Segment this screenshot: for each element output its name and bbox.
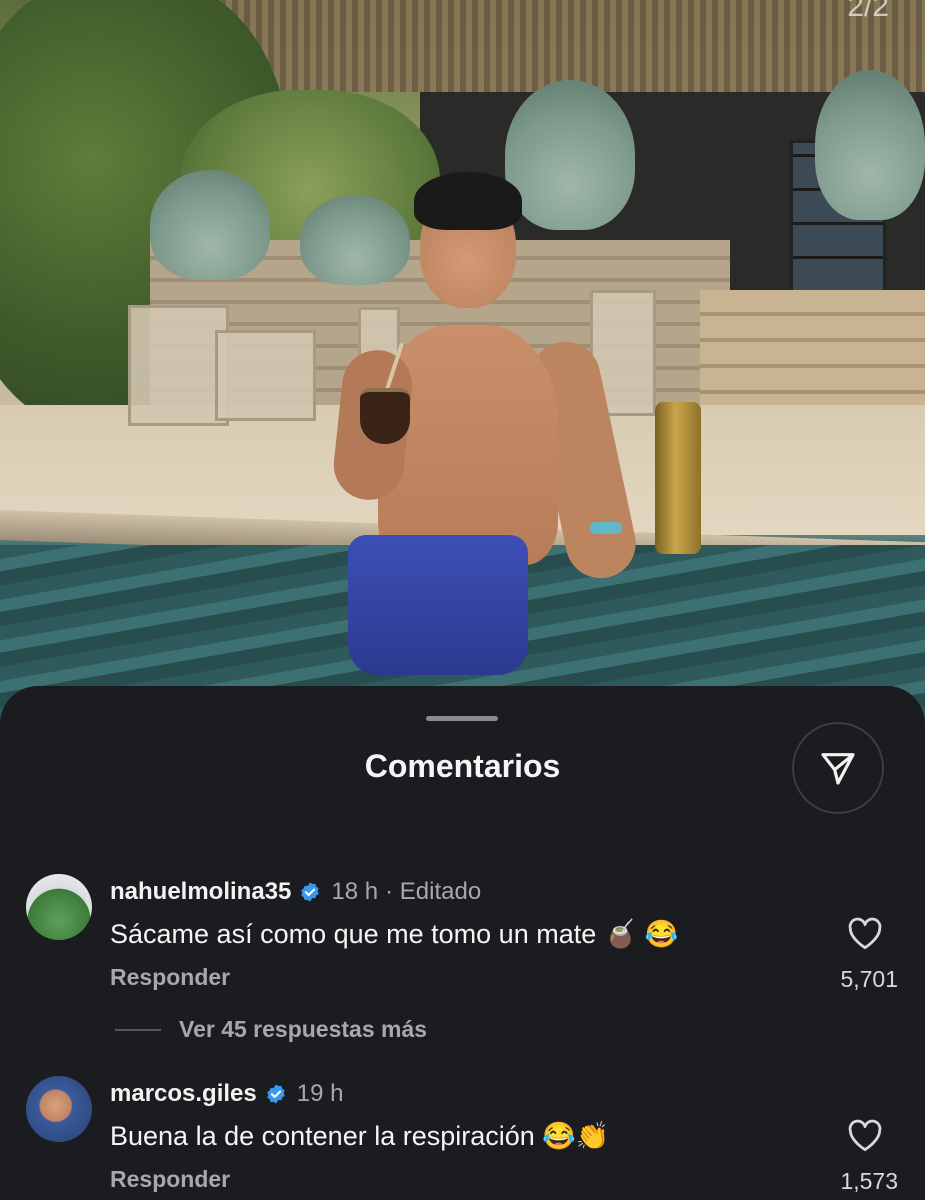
comment-header: marcos.giles 19 h <box>110 1080 343 1108</box>
drag-handle[interactable] <box>426 716 498 721</box>
agave-plant <box>505 80 635 230</box>
post-photo[interactable]: 2/2 <box>0 0 925 740</box>
verified-badge-icon <box>267 1084 285 1104</box>
chair <box>128 305 229 426</box>
agave-plant <box>815 70 925 220</box>
avatar[interactable] <box>26 874 92 940</box>
edited-label: · Editado <box>385 878 482 905</box>
like-count: 1,573 <box>840 1168 898 1194</box>
heart-icon[interactable] <box>846 916 884 950</box>
person-hair <box>414 172 522 230</box>
heart-icon[interactable] <box>846 1118 884 1152</box>
page-indicator: 2/2 <box>847 0 889 23</box>
avatar[interactable] <box>26 1076 92 1142</box>
wrist-band <box>590 522 622 534</box>
agave-plant <box>150 170 270 280</box>
sheet-title: Comentarios <box>364 748 561 784</box>
swim-shorts <box>348 535 528 675</box>
comment-text: Sácame así como que me tomo un mate 🧉 😂 <box>110 919 679 949</box>
mate-cup <box>360 388 410 444</box>
share-button[interactable] <box>792 722 884 814</box>
comments-sheet: Comentarios nahuelmolina35 18 h · Editad… <box>0 686 925 1200</box>
paper-plane-icon <box>821 753 855 785</box>
agave-plant <box>300 195 410 285</box>
like-count: 5,701 <box>840 966 898 992</box>
view-replies-button[interactable]: Ver 45 respuestas más <box>115 1016 427 1043</box>
comment-time: 19 h <box>296 1080 344 1107</box>
reply-button[interactable]: Responder <box>110 1166 230 1193</box>
view-replies-label: Ver 45 respuestas más <box>179 1016 428 1042</box>
comment-time: 18 h <box>331 878 379 905</box>
reply-thread-line <box>115 1028 161 1031</box>
verified-badge-icon <box>301 882 320 902</box>
username[interactable]: marcos.giles <box>110 1080 257 1108</box>
reply-button[interactable]: Responder <box>110 964 230 991</box>
stone-stairs <box>700 290 925 410</box>
username[interactable]: nahuelmolina35 <box>110 878 291 906</box>
comment-text: Buena la de contener la respiración 😂👏 <box>110 1121 610 1151</box>
thermos <box>655 402 701 554</box>
comment-header: nahuelmolina35 18 h · Editado <box>110 878 481 906</box>
chair <box>215 330 316 421</box>
